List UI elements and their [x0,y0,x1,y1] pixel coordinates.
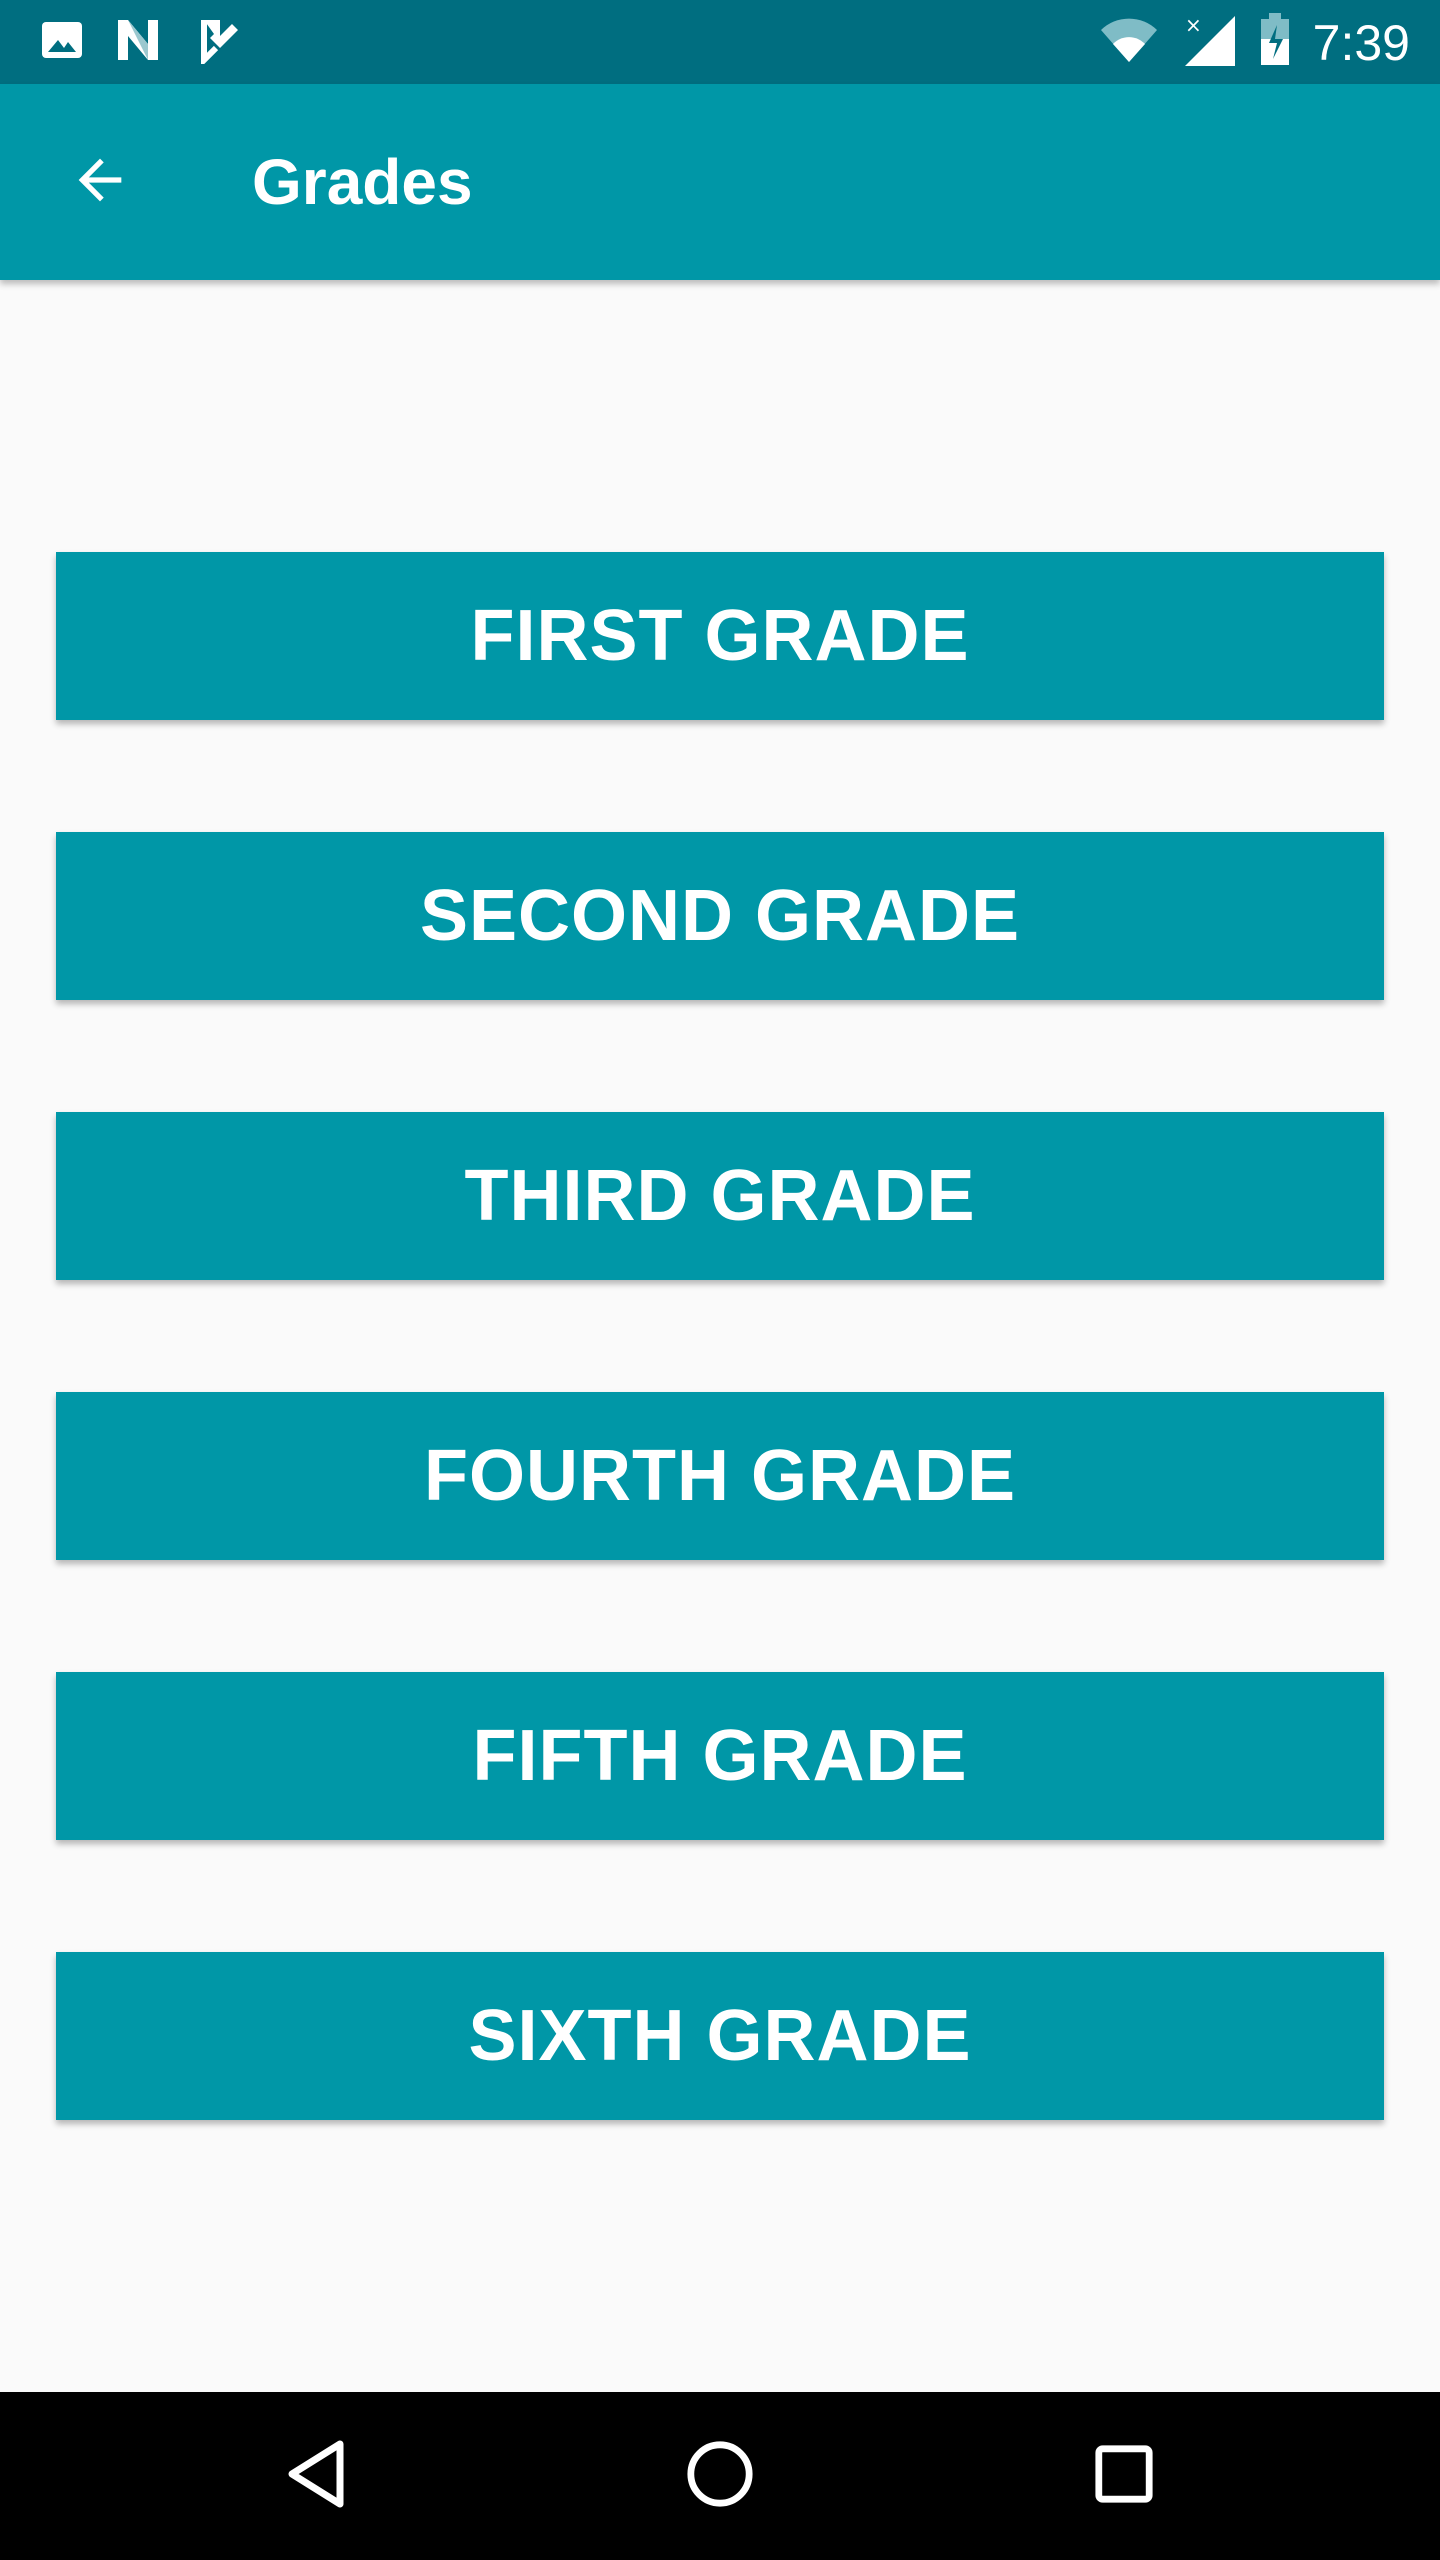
image-icon [38,16,86,69]
fifth-grade-button[interactable]: FIFTH GRADE [56,1672,1384,1840]
cell-signal-icon: × [1181,12,1237,73]
first-grade-button[interactable]: FIRST GRADE [56,552,1384,720]
page-title: Grades [252,146,473,218]
back-triangle-icon [284,2438,348,2515]
nav-back-button[interactable] [266,2426,366,2526]
svg-text:×: × [1185,13,1202,37]
home-circle-icon [685,2439,755,2514]
system-status-icons: × 7:39 [1099,12,1410,73]
status-bar: × 7:39 [0,0,1440,84]
second-grade-button[interactable]: SECOND GRADE [56,832,1384,1000]
battery-charging-icon [1259,13,1291,72]
nav-recents-button[interactable] [1074,2426,1174,2526]
sixth-grade-button[interactable]: SIXTH GRADE [56,1952,1384,2120]
notification-icons [38,16,246,69]
back-button[interactable] [50,132,150,232]
status-time: 7:39 [1312,14,1410,71]
app-bar: Grades [0,84,1440,280]
third-grade-button[interactable]: THIRD GRADE [56,1112,1384,1280]
arrow-back-icon [68,148,132,217]
nav-home-button[interactable] [670,2426,770,2526]
navigation-bar [0,2392,1440,2560]
grade-list: FIRST GRADE SECOND GRADE THIRD GRADE FOU… [0,280,1440,2392]
task-check-icon [198,16,246,69]
n-logo-icon [114,16,170,69]
fourth-grade-button[interactable]: FOURTH GRADE [56,1392,1384,1560]
recents-square-icon [1093,2443,1155,2510]
wifi-icon [1099,14,1159,71]
